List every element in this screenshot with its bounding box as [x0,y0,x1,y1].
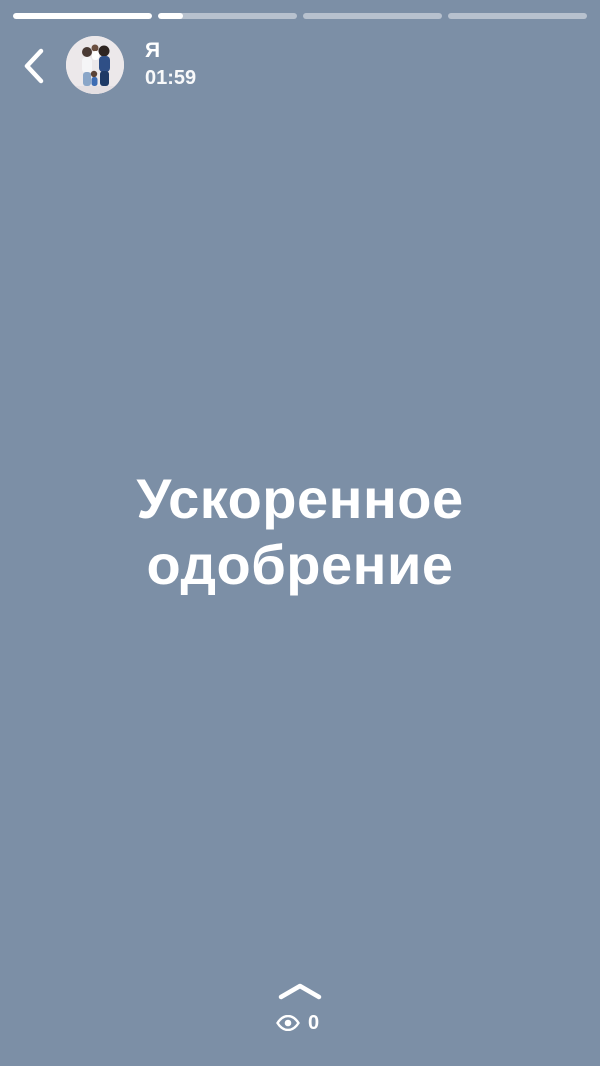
swipe-up-button[interactable] [276,978,324,1004]
story-viewer[interactable]: Я 01:59 Ускоренное одобрение 0 [0,0,600,1066]
views-count: 0 [308,1012,320,1034]
progress-segment-fill [13,13,152,19]
story-header: Я 01:59 [0,34,600,98]
chevron-left-icon [24,48,44,84]
avatar-family-image [66,36,124,94]
story-progress-bar [13,13,587,19]
headline-line-2: одобрение [146,533,454,596]
avatar[interactable] [66,36,124,94]
eye-icon [276,1015,300,1031]
progress-segment [158,13,297,19]
story-headline: Ускоренное одобрение [0,466,600,598]
story-author-name[interactable]: Я [145,39,160,63]
views-counter[interactable]: 0 [276,1010,319,1036]
progress-segment [448,13,587,19]
headline-line-1: Ускоренное [136,467,464,530]
chevron-up-icon [278,983,322,1000]
progress-segment-fill [158,13,184,19]
progress-segment [13,13,152,19]
story-timestamp: 01:59 [145,67,197,89]
progress-segment [303,13,442,19]
back-button[interactable] [16,46,52,86]
